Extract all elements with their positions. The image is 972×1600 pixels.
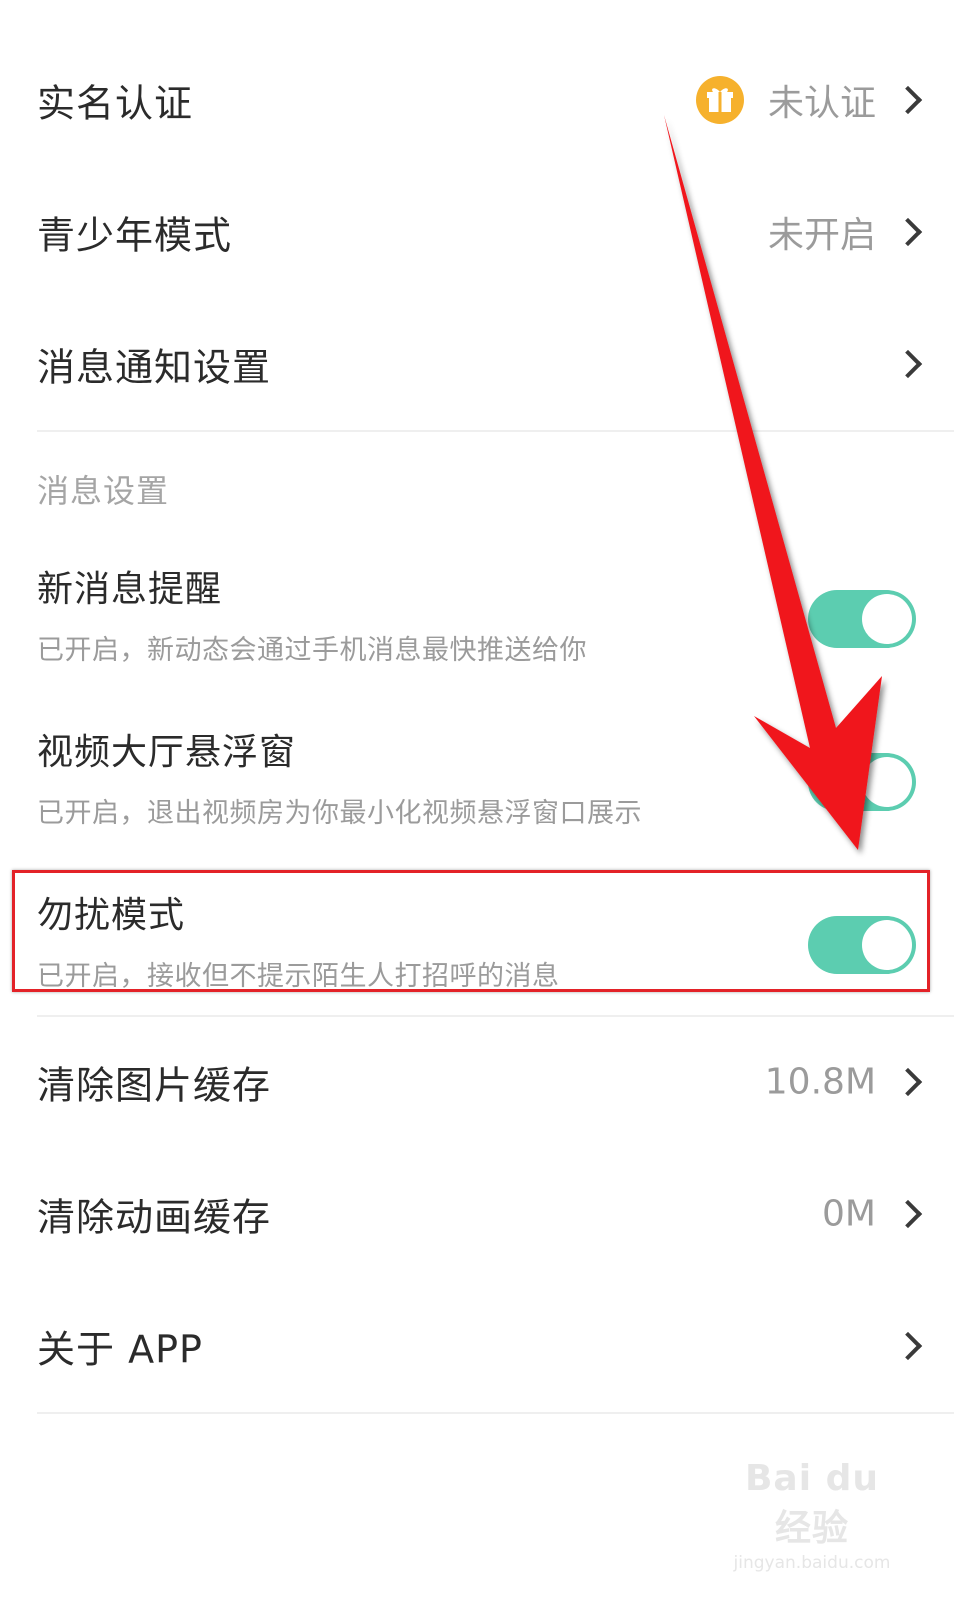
row-clear-image-cache[interactable]: 清除图片缓存 10.8M xyxy=(0,1016,972,1148)
clear-image-cache-title: 清除图片缓存 xyxy=(37,1063,272,1108)
divider xyxy=(37,1412,954,1414)
row-youth-mode[interactable]: 青少年模式 未开启 xyxy=(0,166,972,298)
watermark-url: jingyan.baidu.com xyxy=(733,1553,891,1573)
about-app-title: 关于 APP xyxy=(37,1327,203,1372)
watermark-brand: Bai du 经验 xyxy=(744,1458,879,1549)
chevron-right-icon xyxy=(893,349,923,379)
toggle-knob xyxy=(862,757,912,807)
image-cache-size: 10.8M xyxy=(764,1061,876,1103)
chevron-right-icon xyxy=(893,1199,923,1229)
row-clear-animation-cache[interactable]: 清除动画缓存 0M xyxy=(0,1148,972,1280)
chevron-right-icon xyxy=(893,85,923,115)
chevron-right-icon xyxy=(893,217,923,247)
row-new-message-alert: 新消息提醒 已开启，新动态会通过手机消息最快推送给你 xyxy=(0,540,972,690)
real-name-title: 实名认证 xyxy=(37,81,194,126)
youth-mode-status: 未开启 xyxy=(767,215,876,256)
section-label-message-settings: 消息设置 xyxy=(37,472,170,510)
chevron-right-icon xyxy=(893,1331,923,1361)
video-float-subtitle: 已开启，退出视频房为你最小化视频悬浮窗口展示 xyxy=(37,798,642,829)
row-video-float-window: 视频大厅悬浮窗 已开启，退出视频房为你最小化视频悬浮窗口展示 xyxy=(0,703,972,853)
youth-mode-title: 青少年模式 xyxy=(37,213,233,258)
divider xyxy=(37,430,954,432)
gift-icon xyxy=(696,76,744,124)
gift-icon-glyph xyxy=(707,88,733,112)
row-real-name[interactable]: 实名认证 未认证 xyxy=(0,34,972,166)
row-about-app[interactable]: 关于 APP xyxy=(0,1280,972,1412)
video-float-title: 视频大厅悬浮窗 xyxy=(37,732,297,773)
baidu-jingyan-watermark: Bai du 经验 jingyan.baidu.com xyxy=(722,1458,902,1573)
new-message-title: 新消息提醒 xyxy=(37,569,223,610)
toggle-knob xyxy=(862,594,912,644)
clear-animation-cache-title: 清除动画缓存 xyxy=(37,1195,272,1240)
notification-settings-title: 消息通知设置 xyxy=(37,345,272,390)
new-message-toggle[interactable] xyxy=(808,590,916,648)
real-name-status: 未认证 xyxy=(767,83,876,124)
chevron-right-icon xyxy=(893,1067,923,1097)
video-float-toggle[interactable] xyxy=(808,753,916,811)
row-notification-settings[interactable]: 消息通知设置 xyxy=(0,298,972,430)
new-message-subtitle: 已开启，新动态会通过手机消息最快推送给你 xyxy=(37,635,587,666)
animation-cache-size: 0M xyxy=(822,1193,876,1235)
annotation-highlight-box xyxy=(12,870,930,992)
